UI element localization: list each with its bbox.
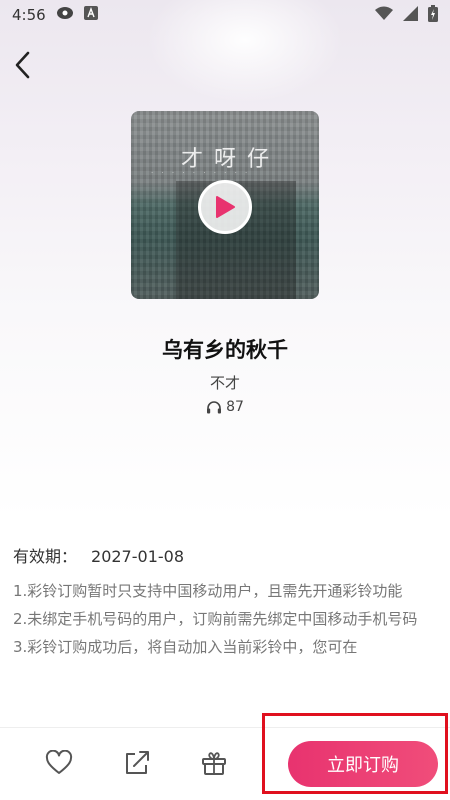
- play-button[interactable]: [198, 180, 252, 234]
- back-button[interactable]: [8, 48, 36, 82]
- heart-icon: [45, 750, 73, 774]
- validity-row: 有效期： 2027-01-08: [13, 543, 184, 567]
- font-a-icon: [83, 6, 98, 24]
- note-item: 1.彩铃订购暂时只支持中国移动用户，且需先开通彩铃功能: [13, 582, 403, 600]
- validity-label: 有效期：: [13, 547, 78, 566]
- play-icon: [216, 196, 235, 218]
- battery-charging-icon: [428, 4, 438, 26]
- note-item: 3.彩铃订购成功后，将自动加入当前彩铃中，您可在: [13, 638, 358, 656]
- album-cover[interactable]: · · · · · · · · · · 才 呀 仔: [131, 111, 319, 299]
- gift-icon: [202, 752, 226, 775]
- song-title: 乌有乡的秋千: [162, 338, 288, 362]
- cover-art-text: 才 呀 仔: [181, 147, 271, 172]
- wifi-icon: [375, 6, 393, 25]
- headphones-icon: [207, 401, 222, 414]
- podcast-icon: [56, 6, 74, 24]
- play-count-value: 87: [226, 399, 244, 415]
- favorite-button[interactable]: [44, 748, 74, 778]
- subscribe-button[interactable]: 立即订购: [288, 741, 438, 787]
- note-item: 2.未绑定手机号码的用户，订购前需先绑定中国移动手机号码: [13, 610, 418, 628]
- status-time: 4:56: [12, 6, 46, 24]
- gift-button[interactable]: [199, 748, 229, 778]
- subscription-notes: 1.彩铃订购暂时只支持中国移动用户，且需先开通彩铃功能 2.未绑定手机号码的用户…: [13, 577, 437, 713]
- bottom-action-bar: 立即订购: [0, 727, 450, 800]
- validity-date: 2027-01-08: [91, 547, 184, 566]
- status-right: [375, 4, 438, 26]
- status-bar: 4:56: [0, 0, 450, 30]
- play-count: 87: [0, 399, 450, 415]
- chevron-left-icon: [15, 51, 30, 79]
- share-button[interactable]: [122, 748, 152, 778]
- signal-icon: [403, 5, 418, 25]
- share-icon: [126, 751, 149, 774]
- artist-name[interactable]: 不才: [0, 372, 450, 393]
